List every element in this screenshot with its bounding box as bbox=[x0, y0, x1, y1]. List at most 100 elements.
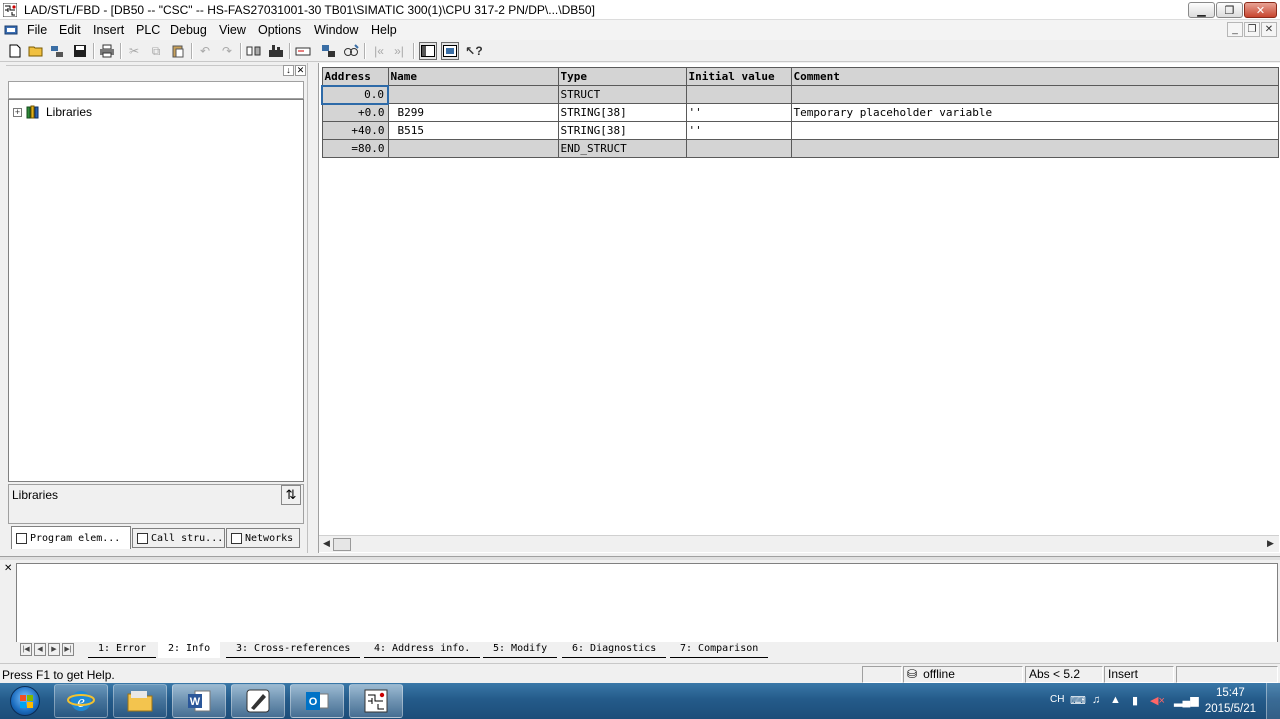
tab-info[interactable]: 2: Info bbox=[158, 642, 221, 658]
splitter[interactable] bbox=[0, 556, 1280, 560]
menu-window[interactable]: Window bbox=[314, 23, 358, 37]
help-pointer-icon[interactable]: ↖? bbox=[465, 42, 483, 60]
header-name[interactable]: Name bbox=[387, 67, 559, 86]
header-comment[interactable]: Comment bbox=[790, 67, 1279, 86]
cell-comment[interactable] bbox=[790, 139, 1279, 158]
cell-type[interactable]: END_STRUCT bbox=[557, 139, 687, 158]
table-row[interactable]: +0.0 B299 STRING[38] '' Temporary placeh… bbox=[321, 103, 1279, 122]
monitor-variable-icon[interactable] bbox=[342, 42, 360, 60]
header-address[interactable]: Address bbox=[321, 67, 389, 86]
header-initial-value[interactable]: Initial value bbox=[685, 67, 792, 86]
tab-call-structure[interactable]: Call stru... bbox=[132, 528, 225, 548]
taskbar-file-explorer[interactable] bbox=[113, 684, 167, 718]
overview-window-icon[interactable] bbox=[294, 42, 312, 60]
cell-type[interactable]: STRUCT bbox=[557, 85, 687, 104]
new-icon[interactable] bbox=[6, 42, 24, 60]
expand-icon[interactable]: + bbox=[13, 107, 22, 117]
mdi-close-button[interactable]: ✕ bbox=[1261, 22, 1277, 37]
monitor-icon[interactable] bbox=[320, 42, 338, 60]
load-icon[interactable] bbox=[267, 42, 285, 60]
menu-insert[interactable]: Insert bbox=[93, 23, 124, 37]
taskbar-internet-explorer[interactable]: e bbox=[54, 684, 108, 718]
menu-file[interactable]: File bbox=[27, 23, 47, 37]
cell-address[interactable]: +0.0 bbox=[321, 103, 389, 122]
cell-address[interactable]: 0.0 bbox=[321, 84, 389, 105]
close-button[interactable]: ✕ bbox=[1244, 2, 1277, 18]
tab-comparison[interactable]: 7: Comparison bbox=[670, 642, 769, 658]
cell-initial-value[interactable] bbox=[685, 139, 792, 158]
tab-cross-references[interactable]: 3: Cross-references bbox=[226, 642, 361, 658]
next-network-icon[interactable]: »| bbox=[390, 42, 408, 60]
cut-icon[interactable]: ✂ bbox=[125, 42, 143, 60]
next-tab-icon[interactable]: ▶ bbox=[48, 643, 60, 656]
menu-edit[interactable]: Edit bbox=[59, 23, 81, 37]
cell-name[interactable]: B299 bbox=[387, 103, 559, 122]
taskbar-simatic-lad[interactable] bbox=[349, 684, 403, 718]
volume-muted-icon[interactable]: ◀× bbox=[1150, 694, 1165, 707]
horizontal-scrollbar[interactable]: ◀ ▶ bbox=[319, 535, 1279, 552]
tab-diagnostics[interactable]: 6: Diagnostics bbox=[562, 642, 667, 658]
scroll-thumb[interactable] bbox=[333, 538, 351, 551]
tree-node-libraries[interactable]: + Libraries bbox=[13, 105, 92, 119]
panel-dock-icon[interactable]: ↓ bbox=[283, 65, 294, 76]
menu-help[interactable]: Help bbox=[371, 23, 397, 37]
cell-type[interactable]: STRING[38] bbox=[557, 103, 687, 122]
tab-address-info[interactable]: 4: Address info. bbox=[364, 642, 481, 658]
paste-icon[interactable] bbox=[169, 42, 187, 60]
details-toggle-icon[interactable] bbox=[441, 42, 459, 60]
table-row[interactable]: =80.0 END_STRUCT bbox=[321, 139, 1279, 158]
mdi-minimize-button[interactable]: _ bbox=[1227, 22, 1243, 37]
output-close-icon[interactable]: ✕ bbox=[4, 563, 12, 574]
keyboard-icon[interactable]: ⌨ bbox=[1070, 694, 1086, 707]
input-method-icon[interactable]: ♫ bbox=[1092, 694, 1100, 706]
redo-icon[interactable]: ↷ bbox=[218, 42, 236, 60]
scroll-right-icon[interactable]: ▶ bbox=[1267, 538, 1274, 549]
cell-comment[interactable] bbox=[790, 85, 1279, 104]
restore-button[interactable]: ❐ bbox=[1216, 2, 1243, 18]
minimize-button[interactable]: ▁ bbox=[1188, 2, 1215, 18]
print-icon[interactable] bbox=[98, 42, 116, 60]
tab-modify[interactable]: 5: Modify bbox=[483, 642, 558, 658]
overview-toggle-icon[interactable] bbox=[419, 42, 437, 60]
taskbar-word[interactable]: W bbox=[172, 684, 226, 718]
menu-view[interactable]: View bbox=[219, 23, 246, 37]
cell-address[interactable]: =80.0 bbox=[321, 139, 389, 158]
mdi-restore-button[interactable]: ❐ bbox=[1244, 22, 1260, 37]
tab-networks[interactable]: Networks bbox=[226, 528, 300, 548]
table-row[interactable]: 0.0 STRUCT bbox=[321, 84, 1279, 105]
menu-options[interactable]: Options bbox=[258, 23, 301, 37]
tab-error[interactable]: 1: Error bbox=[88, 642, 157, 658]
cell-name[interactable] bbox=[387, 85, 559, 104]
undo-icon[interactable]: ↶ bbox=[196, 42, 214, 60]
last-tab-icon[interactable]: ▶| bbox=[62, 643, 74, 656]
show-hidden-icons[interactable]: ▲ bbox=[1110, 694, 1121, 706]
menu-debug[interactable]: Debug bbox=[170, 23, 207, 37]
show-desktop-button[interactable] bbox=[1266, 683, 1280, 719]
language-indicator[interactable]: CH bbox=[1050, 694, 1064, 705]
cell-initial-value[interactable]: '' bbox=[685, 103, 792, 122]
document-window-icon[interactable] bbox=[4, 23, 18, 37]
first-tab-icon[interactable]: |◀ bbox=[20, 643, 32, 656]
cell-comment[interactable]: Temporary placeholder variable bbox=[790, 103, 1279, 122]
cell-name[interactable]: B515 bbox=[387, 121, 559, 140]
clock[interactable]: 15:47 2015/5/21 bbox=[1205, 685, 1256, 717]
menu-plc[interactable]: PLC bbox=[136, 23, 160, 37]
taskbar-outlook[interactable]: O bbox=[290, 684, 344, 718]
table-row[interactable]: +40.0 B515 STRING[38] '' bbox=[321, 121, 1279, 140]
scroll-left-icon[interactable]: ◀ bbox=[323, 538, 330, 549]
open-folder-icon[interactable] bbox=[27, 42, 45, 60]
cell-address[interactable]: +40.0 bbox=[321, 121, 389, 140]
cell-name[interactable] bbox=[387, 139, 559, 158]
network-signal-icon[interactable]: ▂▄▆ bbox=[1174, 694, 1199, 707]
insert-element-icon[interactable]: ⇅ bbox=[281, 485, 301, 505]
compare-blocks-icon[interactable] bbox=[245, 42, 263, 60]
tab-program-elements[interactable]: Program elem... bbox=[11, 526, 131, 549]
battery-icon[interactable]: ▮ bbox=[1132, 694, 1138, 707]
accessible-nodes-icon[interactable] bbox=[49, 42, 67, 60]
copy-icon[interactable]: ⧉ bbox=[147, 42, 165, 60]
prev-tab-icon[interactable]: ◀ bbox=[34, 643, 46, 656]
save-icon[interactable] bbox=[71, 42, 89, 60]
taskbar-pen-app[interactable] bbox=[231, 684, 285, 718]
panel-close-icon[interactable]: ✕ bbox=[295, 65, 306, 76]
cell-initial-value[interactable]: '' bbox=[685, 121, 792, 140]
